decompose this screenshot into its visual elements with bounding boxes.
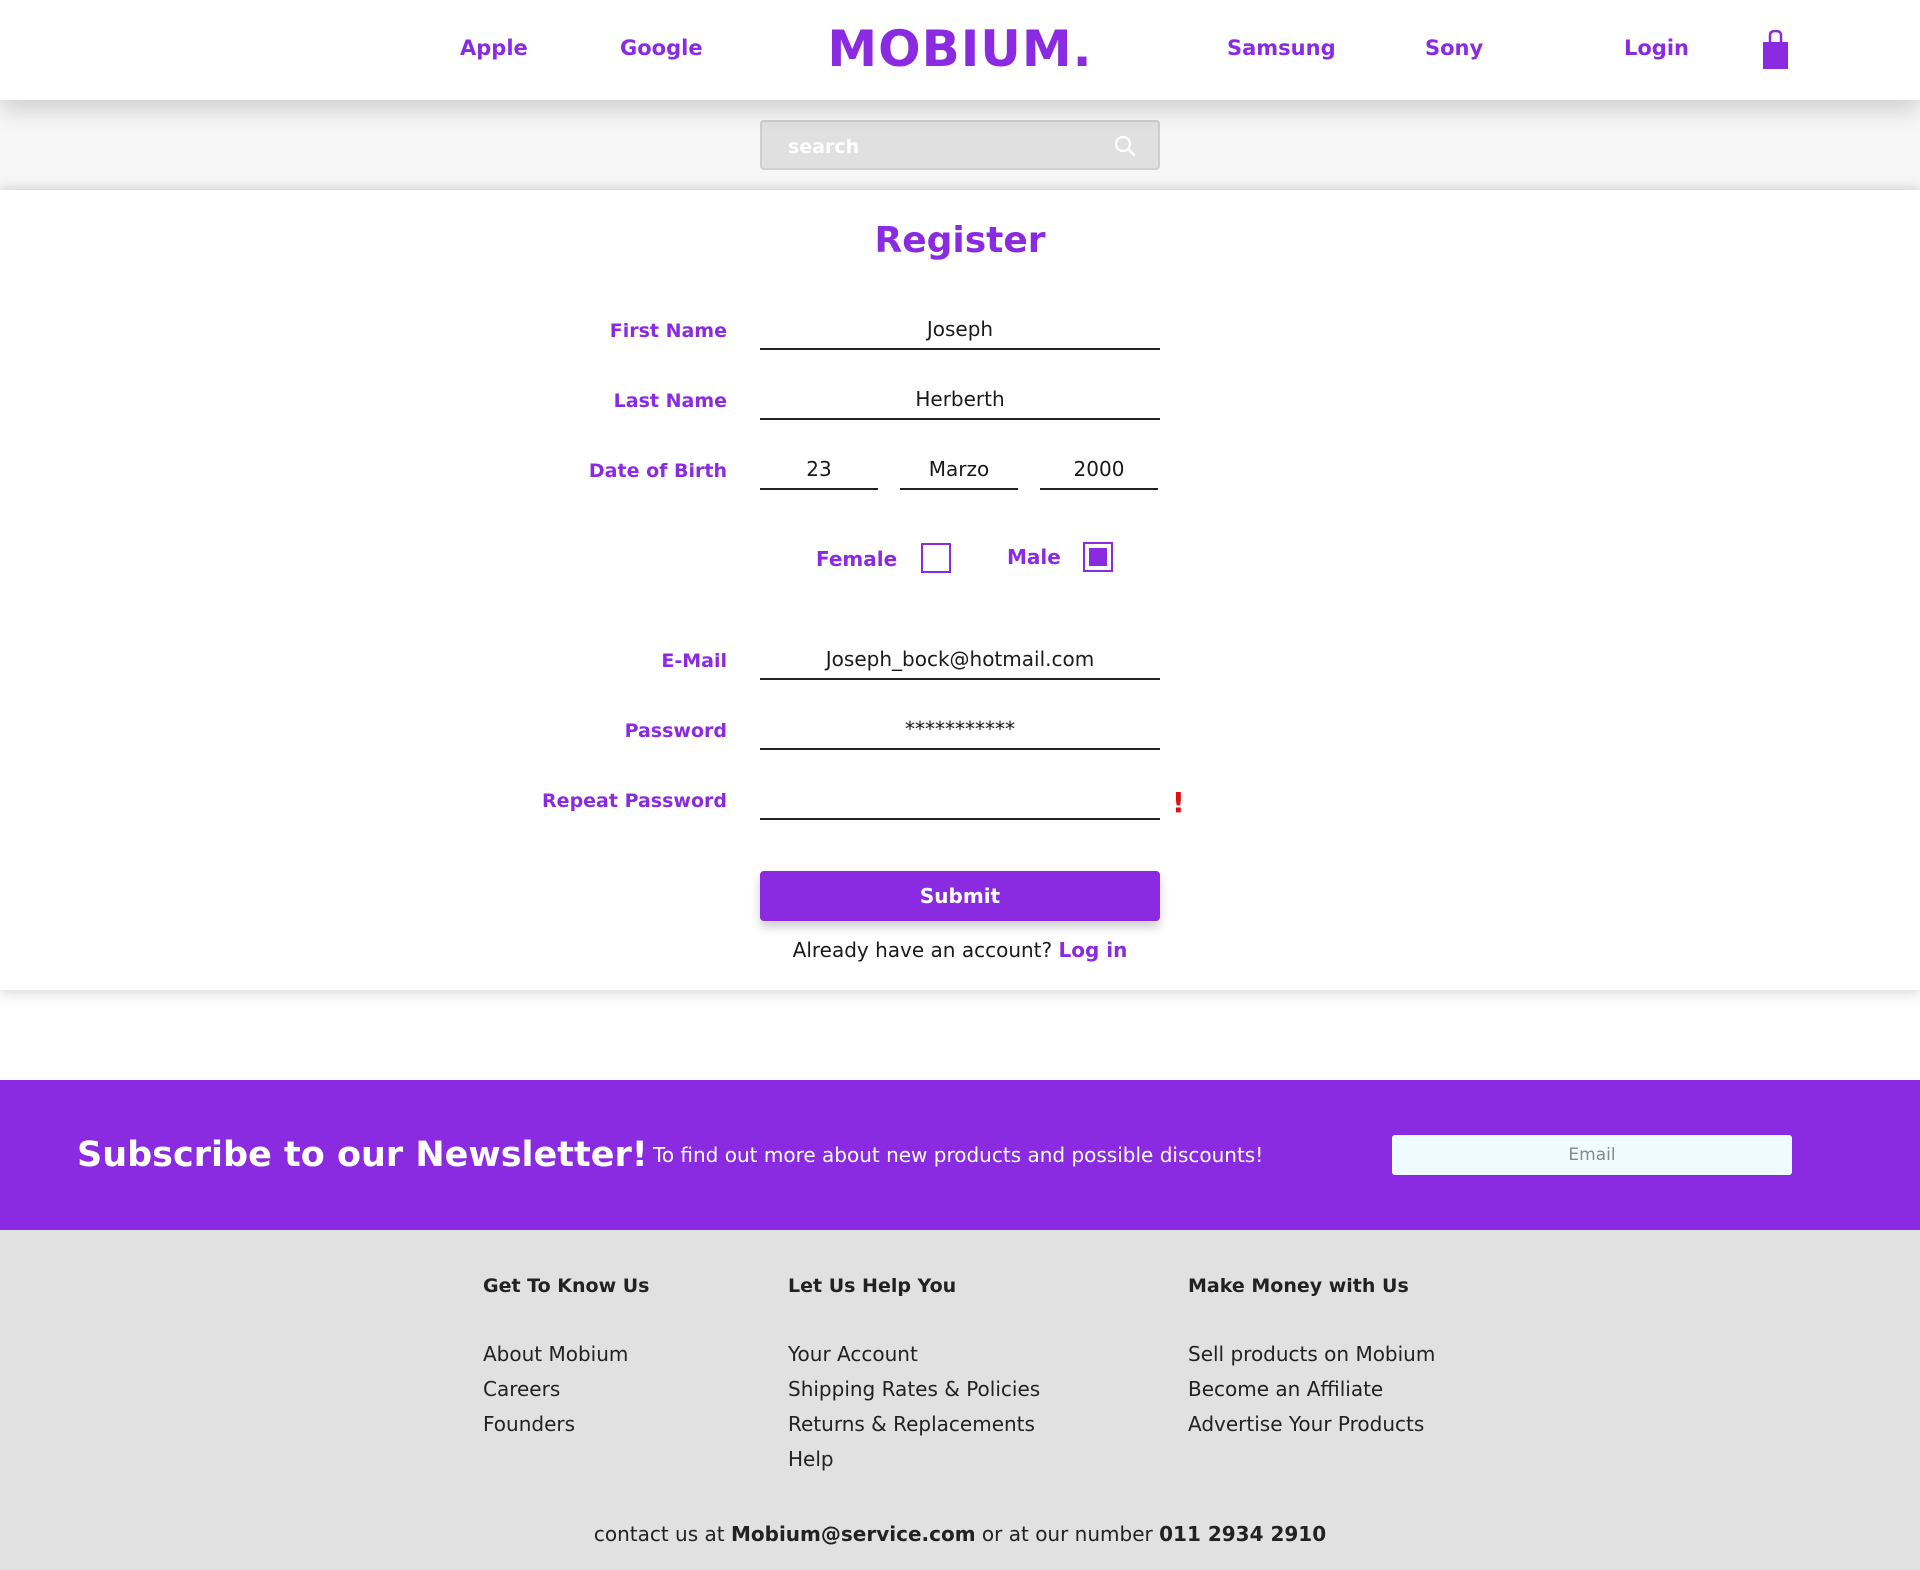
dob-month-field[interactable] <box>900 450 1018 490</box>
first-name-field[interactable] <box>760 310 1160 350</box>
login-prompt: Already have an account? Log in <box>0 938 1920 962</box>
password-label: Password <box>624 720 727 742</box>
email-field[interactable] <box>760 640 1160 680</box>
repeat-password-field[interactable] <box>760 780 1160 820</box>
footer-heading: Make Money with Us <box>1188 1275 1409 1297</box>
search-bar <box>760 120 1160 170</box>
contact-middle: or at our number <box>981 1522 1153 1546</box>
warning-icon: ! <box>1172 786 1185 819</box>
brand-logo[interactable]: MOBIUM. <box>827 20 1092 78</box>
male-checkbox[interactable] <box>1083 542 1113 572</box>
newsletter-banner: Subscribe to our Newsletter! To find out… <box>0 1080 1920 1230</box>
footer-heading: Let Us Help You <box>788 1275 957 1297</box>
nav-link-samsung[interactable]: Samsung <box>1227 36 1336 60</box>
footer-link[interactable]: Shipping Rates & Policies <box>788 1372 1040 1407</box>
nav-link-sony[interactable]: Sony <box>1425 36 1483 60</box>
login-prompt-text: Already have an account? <box>792 938 1053 962</box>
shopping-bag-icon[interactable] <box>1762 30 1789 70</box>
nav-link-login[interactable]: Login <box>1624 36 1689 60</box>
page-title: Register <box>874 220 1046 261</box>
footer-link[interactable]: Careers <box>483 1372 650 1407</box>
footer-link[interactable]: Returns & Replacements <box>788 1407 1040 1442</box>
password-field[interactable] <box>760 710 1160 750</box>
newsletter-text: To find out more about new products and … <box>653 1143 1264 1167</box>
female-label: Female <box>816 547 898 571</box>
dob-day-field[interactable] <box>760 450 878 490</box>
footer-heading: Get To Know Us <box>483 1275 650 1297</box>
contact-line: contact us at Mobium@service.com or at o… <box>0 1522 1920 1546</box>
footer-column-about: Get To Know Us About Mobium Careers Foun… <box>483 1275 650 1442</box>
nav-link-apple[interactable]: Apple <box>460 36 528 60</box>
repeat-password-label: Repeat Password <box>542 790 727 812</box>
male-label: Male <box>1007 545 1061 569</box>
search-icon[interactable] <box>1114 135 1136 157</box>
footer-link[interactable]: Founders <box>483 1407 650 1442</box>
submit-button[interactable]: Submit <box>760 871 1160 921</box>
newsletter-title: Subscribe to our Newsletter! <box>77 1135 648 1175</box>
dob-label: Date of Birth <box>588 460 727 482</box>
footer-link[interactable]: Become an Affiliate <box>1188 1372 1435 1407</box>
last-name-label: Last Name <box>613 390 727 412</box>
nav-link-google[interactable]: Google <box>620 36 703 60</box>
footer-link[interactable]: Advertise Your Products <box>1188 1407 1435 1442</box>
email-label: E-Mail <box>661 650 727 672</box>
footer-column-help: Let Us Help You Your Account Shipping Ra… <box>788 1275 1040 1477</box>
contact-phone: 011 2934 2910 <box>1159 1522 1327 1546</box>
footer-column-money: Make Money with Us Sell products on Mobi… <box>1188 1275 1435 1442</box>
footer-link[interactable]: Your Account <box>788 1337 1040 1372</box>
footer-link[interactable]: Sell products on Mobium <box>1188 1337 1435 1372</box>
last-name-field[interactable] <box>760 380 1160 420</box>
search-input[interactable] <box>788 133 1088 161</box>
contact-prefix: contact us at <box>593 1522 725 1546</box>
site-header: Apple Google MOBIUM. Samsung Sony Login <box>0 0 1920 100</box>
register-card: Register First Name Last Name Date of Bi… <box>0 190 1920 990</box>
footer-link[interactable]: Help <box>788 1442 1040 1477</box>
dob-year-field[interactable] <box>1040 450 1158 490</box>
contact-email[interactable]: Mobium@service.com <box>731 1522 976 1546</box>
search-band <box>0 100 1920 190</box>
female-checkbox[interactable] <box>921 543 951 573</box>
footer-link[interactable]: About Mobium <box>483 1337 650 1372</box>
newsletter-email-input[interactable] <box>1392 1135 1792 1175</box>
site-footer: Get To Know Us About Mobium Careers Foun… <box>0 1230 1920 1570</box>
login-link[interactable]: Log in <box>1058 938 1127 962</box>
first-name-label: First Name <box>609 320 727 342</box>
